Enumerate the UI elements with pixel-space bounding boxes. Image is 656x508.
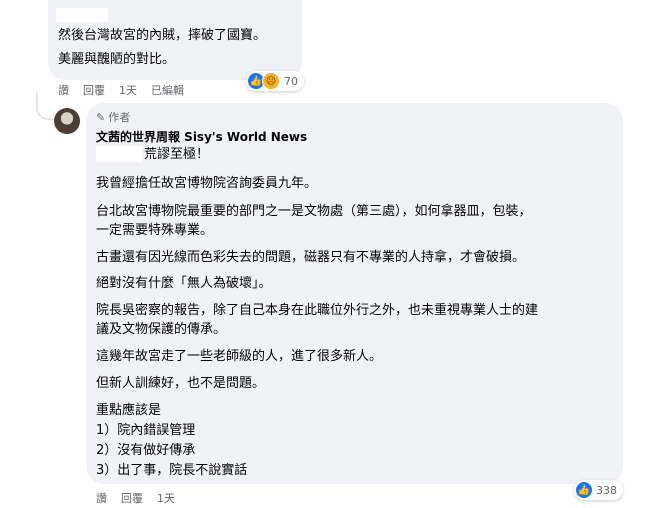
reply-button[interactable]: 回覆 xyxy=(83,82,105,98)
reply-list-item: 1）院內錯誤管理 xyxy=(96,423,196,438)
redacted-commenter-name xyxy=(56,8,108,22)
reply-text-line: 但新人訓練好，也不是問題。 xyxy=(96,376,266,391)
pen-icon: ✎ xyxy=(96,110,106,124)
comment-reactions[interactable]: 👍 ☹ 70 xyxy=(246,71,304,91)
comment-actions: 讚 回覆 1天 已編輯 xyxy=(58,82,184,98)
reply-text-line: 我曾經擔任故宮博物院咨詢委員九年。 xyxy=(96,176,318,191)
comment-text-line: 美麗與醜陋的對比。 xyxy=(58,52,176,67)
reply-text-line: 荒謬至極！ xyxy=(144,147,210,162)
reply-text-line: 一定需要特殊專業。 xyxy=(96,223,214,238)
reply-text-line: 台北故宮博物院最重要的部門之一是文物處（第三處），如何拿器皿，包裝， xyxy=(96,204,532,219)
reply-text-line: 絕對沒有什麼「無人為破壞」。 xyxy=(96,276,272,291)
reply-button[interactable]: 回覆 xyxy=(121,490,143,506)
edited-label[interactable]: 已編輯 xyxy=(151,82,184,98)
timestamp[interactable]: 1天 xyxy=(119,82,137,98)
reply-list-item: 2）沒有做好傳承 xyxy=(96,443,196,458)
reply-actions: 讚 回覆 1天 xyxy=(96,490,175,506)
comment-text-line: 然後台灣故宮的內賊，摔破了國寶。 xyxy=(58,28,267,43)
reply-text-line: 議及文物保護的傳承。 xyxy=(96,322,227,337)
sad-icon: ☹ xyxy=(262,72,280,90)
reply-text-line: 這幾年故宮走了一些老師級的人，進了很多新人。 xyxy=(96,349,383,364)
reply-list-item: 3）出了事，院長不說實話 xyxy=(96,463,248,478)
author-badge-label: 作者 xyxy=(108,111,131,124)
avatar[interactable] xyxy=(54,108,80,134)
reply-text-line: 古畫還有因光線而色彩失去的問題，磁器只有不專業的人持拿，才會破損。 xyxy=(96,250,526,265)
reply-reactions[interactable]: 👍 338 xyxy=(574,480,623,500)
like-icon: 👍 xyxy=(576,482,592,498)
like-button[interactable]: 讚 xyxy=(96,490,107,506)
redacted-mention xyxy=(96,146,142,162)
author-badge: ✎ 作者 xyxy=(96,109,130,125)
reaction-count: 70 xyxy=(284,74,298,88)
reply-author-name[interactable]: 文茜的世界周報 Sisy's World News xyxy=(96,128,307,145)
reply-text-line: 院長吳密察的報告，除了自己本身在此職位外行之外，也未重視專業人士的建 xyxy=(96,303,539,318)
reaction-count: 338 xyxy=(596,483,617,497)
reply-text-line: 重點應該是 xyxy=(96,403,162,418)
timestamp[interactable]: 1天 xyxy=(157,490,175,506)
